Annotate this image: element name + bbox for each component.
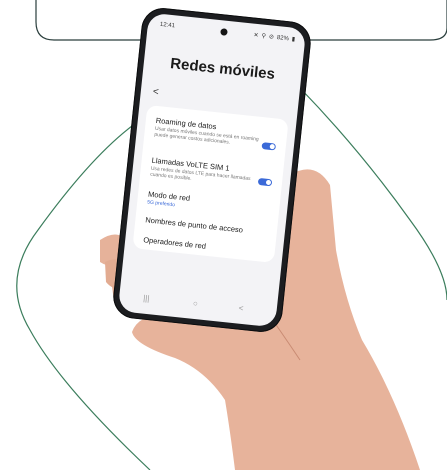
phone-screen: 12:41 ✕ ⚲ ⊘ 82% ▮ Redes móviles < Roamin… <box>117 12 307 328</box>
status-time: 12:41 <box>159 21 176 30</box>
nav-back-button[interactable]: < <box>238 304 244 313</box>
mute-icon: ✕ <box>253 32 259 40</box>
setting-operators[interactable]: Operadores de red <box>143 235 265 257</box>
battery-icon: ▮ <box>291 36 296 43</box>
setting-apn[interactable]: Nombres de punto de acceso <box>145 215 267 237</box>
home-button[interactable]: ○ <box>192 299 198 308</box>
roaming-toggle[interactable] <box>261 142 277 151</box>
page-title: Redes móviles <box>169 55 276 84</box>
setting-title: Nombres de punto de acceso <box>144 215 244 235</box>
recents-button[interactable]: ||| <box>143 294 150 304</box>
setting-volte[interactable]: Llamadas VoLTE SIM 1 Usa redes de datos … <box>150 156 274 191</box>
setting-title: Operadores de red <box>142 235 207 251</box>
battery-level: 82% <box>276 34 290 42</box>
photo-stage: 12:41 ✕ ⚲ ⊘ 82% ▮ Redes móviles < Roamin… <box>0 0 447 470</box>
setting-roaming[interactable]: Roaming de datos Usar datos móviles cuan… <box>154 116 278 151</box>
status-icons: ✕ ⚲ ⊘ 82% ▮ <box>253 32 295 43</box>
dnd-icon: ⊘ <box>268 34 275 41</box>
settings-card: Roaming de datos Usar datos móviles cuan… <box>132 104 289 263</box>
back-button[interactable]: < <box>152 86 159 98</box>
setting-network-mode[interactable]: Modo de red 5G preferido <box>147 189 270 218</box>
phone: 12:41 ✕ ⚲ ⊘ 82% ▮ Redes móviles < Roamin… <box>111 5 313 335</box>
volte-toggle[interactable] <box>257 177 273 187</box>
location-icon: ⚲ <box>261 33 267 40</box>
